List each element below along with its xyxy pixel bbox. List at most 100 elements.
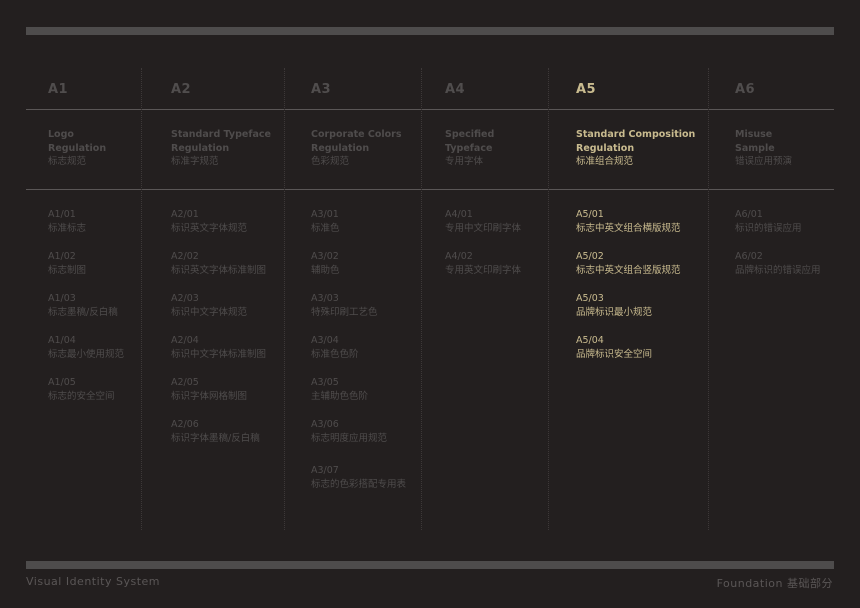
section-title-cn: 色彩规范 [311,156,350,167]
section-item[interactable]: A6/01 标识的错误应用 [735,208,802,235]
section-item[interactable]: A5/02 标志中英文组合竖版规范 [576,250,681,277]
section-item[interactable]: A3/05 主辅助色色阶 [311,376,368,403]
section-item[interactable]: A2/04 标识中文字体标准制图 [171,334,266,361]
section-item-label: 特殊印刷工艺色 [311,306,378,318]
section-title: Standard Typeface Regulation 标准字规范 [171,128,271,169]
column-separator [548,68,549,530]
section-item-code: A3/06 [311,419,339,430]
column-separator [421,68,422,530]
section-item[interactable]: A2/03 标识中文字体规范 [171,292,247,319]
section-item-label: 专用英文印刷字体 [445,264,522,276]
section-item[interactable]: A5/03 品牌标识最小规范 [576,292,652,319]
section-item-code: A1/05 [48,377,76,388]
section-title: Specified Typeface 专用字体 [445,128,494,169]
section-title-en: Regulation [48,142,107,154]
column-a6: A6 Misuse Sample 错误应用预演 A6/01 标识的错误应用 A6/02 品牌标… [735,82,821,276]
section-item-code: A2/05 [171,377,199,388]
section-item[interactable]: A2/05 标识字体网格制图 [171,376,247,403]
section-title-cn: 标准字规范 [171,156,219,167]
section-item[interactable]: A3/07 标志的色彩搭配专用表 [311,464,406,491]
section-title-cn: 标准组合规范 [576,156,634,167]
section-code: A3 [311,82,332,97]
section-item[interactable]: A2/06 标识字体墨稿/反白稿 [171,418,260,445]
section-item[interactable]: A3/01 标准色 [311,208,340,235]
title-divider [26,189,834,190]
section-title: Standard Composition Regulation 标准组合规范 [576,128,695,169]
section-item-label: 标识英文字体标准制图 [171,264,267,276]
section-item[interactable]: A4/01 专用中文印刷字体 [445,208,521,235]
section-item-code: A2/02 [171,251,199,262]
section-item[interactable]: A1/01 标准标志 [48,208,86,235]
section-item-code: A1/01 [48,209,76,220]
header-divider [26,109,834,110]
section-title-en: Corporate Colors [311,129,402,140]
section-item-label: 标识英文字体规范 [171,222,248,234]
section-item-label: 品牌标识安全空间 [576,348,653,360]
section-item-code: A3/02 [311,251,339,262]
column-separator [284,68,285,530]
section-item-code: A6/02 [735,251,763,262]
column-a2: A2 Standard Typeface Regulation 标准字规范 A2/01 标… [171,82,271,444]
section-item-code: A2/04 [171,335,199,346]
section-item[interactable]: A4/02 专用英文印刷字体 [445,250,521,277]
section-item-label: 标识中文字体标准制图 [171,348,267,360]
section-item[interactable]: A6/02 品牌标识的错误应用 [735,250,821,277]
section-item-label: 标准标志 [48,222,87,234]
section-item-code: A4/01 [445,209,473,220]
footer-left: Visual Identity System [26,575,161,588]
section-title-en: Misuse [735,129,773,140]
section-item-code: A5/04 [576,335,604,346]
section-item[interactable]: A3/06 标志明度应用规范 [311,418,387,445]
section-item-code: A3/01 [311,209,339,220]
bottom-bar [26,561,834,569]
section-item[interactable]: A1/05 标志的安全空间 [48,376,115,403]
section-item[interactable]: A2/02 标识英文字体标准制图 [171,250,266,277]
section-item-label: 标志制图 [48,264,87,276]
section-item[interactable]: A3/03 特殊印刷工艺色 [311,292,378,319]
section-title-en: Regulation [171,142,230,154]
section-item-code: A6/01 [735,209,763,220]
section-item-label: 标准色色阶 [311,348,359,360]
section-title-en: Sample [735,142,775,154]
section-item-label: 辅助色 [311,264,340,276]
section-item-code: A3/04 [311,335,339,346]
section-title: Misuse Sample 错误应用预演 [735,128,792,169]
section-item[interactable]: A1/04 标志最小使用规范 [48,334,124,361]
section-item[interactable]: A5/01 标志中英文组合横版规范 [576,208,681,235]
section-title-en: Regulation [311,142,370,154]
column-separator [141,68,142,530]
section-title-en: Typeface [445,142,493,154]
section-item-code: A2/03 [171,293,199,304]
section-item-label: 标识字体墨稿/反白稿 [171,432,260,444]
section-item-code: A3/05 [311,377,339,388]
section-item-label: 标识字体网格制图 [171,390,248,402]
section-code: A6 [735,82,756,97]
section-code: A4 [445,82,466,97]
section-item-label: 标识中文字体规范 [171,306,248,318]
section-item-code: A2/01 [171,209,199,220]
section-item-label: 标志的安全空间 [48,390,115,402]
column-a3: A3 Corporate Colors Regulation 色彩规范 A3/01 标准色… [311,82,406,490]
section-item[interactable]: A1/03 标志墨稿/反白稿 [48,292,118,319]
section-item[interactable]: A5/04 品牌标识安全空间 [576,334,652,361]
column-a4: A4 Specified Typeface 专用字体 A4/01 专用中文印刷字体 A4/0… [445,82,521,276]
section-title-en: Standard Composition [576,129,696,140]
section-item-label: 标志最小使用规范 [48,348,125,360]
section-item-code: A2/06 [171,419,199,430]
section-code: A2 [171,82,192,97]
section-item[interactable]: A3/02 辅助色 [311,250,340,277]
section-item-code: A1/02 [48,251,76,262]
section-item-label: 标志的色彩搭配专用表 [311,478,407,490]
section-item[interactable]: A2/01 标识英文字体规范 [171,208,247,235]
section-item[interactable]: A3/04 标准色色阶 [311,334,359,361]
section-item-label: 标识的错误应用 [735,222,802,234]
section-item-code: A1/03 [48,293,76,304]
section-title-cn: 错误应用预演 [735,156,793,167]
section-item[interactable]: A1/02 标志制图 [48,250,86,277]
section-item-label: 标志墨稿/反白稿 [48,306,118,318]
section-item-code: A5/01 [576,209,604,220]
footer-right: Foundation 基础部分 [716,577,833,590]
section-item-label: 标志中英文组合横版规范 [576,222,681,234]
section-title-cn: 标志规范 [48,156,87,167]
section-code: A5 [576,82,597,97]
